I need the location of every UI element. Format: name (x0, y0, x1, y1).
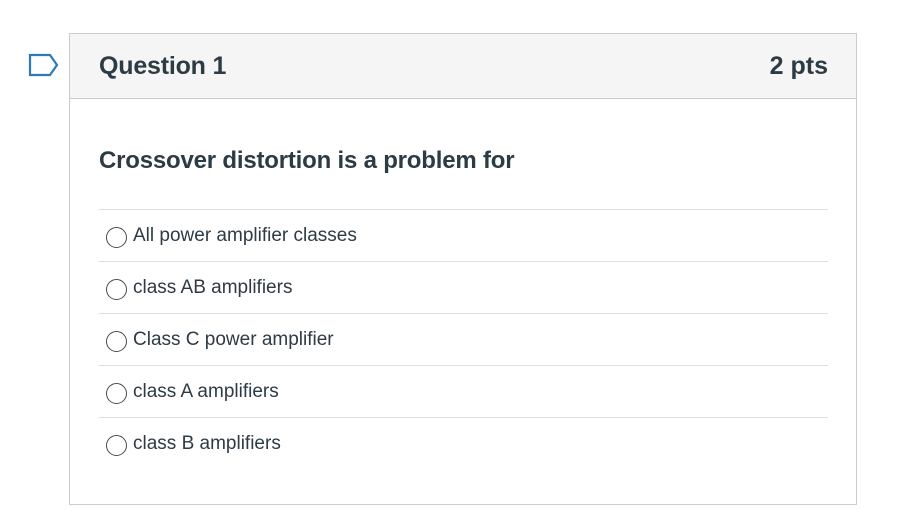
answer-label: class B amplifiers (133, 433, 281, 454)
question-text: Crossover distortion is a problem for (99, 147, 515, 174)
answer-label: Class C power amplifier (133, 328, 334, 350)
answer-option[interactable]: class A amplifiers (99, 366, 828, 418)
radio-button[interactable] (106, 226, 127, 248)
radio-button[interactable] (106, 435, 127, 456)
radio-button[interactable] (106, 278, 127, 300)
question-card: Question 1 2 pts Crossover distortion is… (69, 33, 857, 505)
flag-question-icon[interactable] (28, 53, 59, 77)
answer-option[interactable]: Class C power amplifier (99, 314, 828, 366)
question-header: Question 1 2 pts (70, 34, 856, 99)
question-body: Crossover distortion is a problem for Al… (70, 146, 856, 470)
answer-label: All power amplifier classes (133, 224, 357, 246)
radio-button[interactable] (106, 382, 127, 404)
answer-label: class AB amplifiers (133, 276, 293, 298)
question-points: 2 pts (769, 51, 828, 80)
answer-option[interactable]: class AB amplifiers (99, 262, 828, 314)
answer-list: All power amplifier classes class AB amp… (99, 209, 828, 470)
answer-option[interactable]: All power amplifier classes (99, 210, 828, 262)
question-title: Question 1 (99, 51, 227, 80)
radio-button[interactable] (106, 330, 127, 352)
answer-label: class A amplifiers (133, 380, 279, 402)
answer-option[interactable]: class B amplifiers (99, 418, 828, 470)
flag-outline-icon (28, 53, 59, 77)
